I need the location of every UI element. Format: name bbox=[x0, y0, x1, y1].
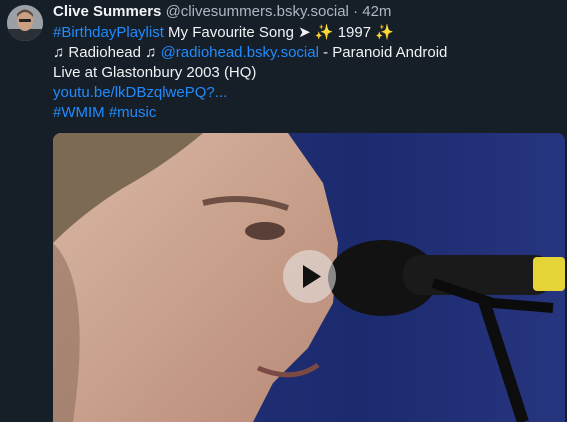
author-handle[interactable]: @clivesummers.bsky.social bbox=[166, 3, 349, 20]
text-line-1: #BirthdayPlaylist My Favourite Song ➤ ✨ … bbox=[53, 23, 563, 43]
play-icon bbox=[303, 265, 321, 288]
youtube-link[interactable]: youtu.be/lkDBzqlwePQ?... bbox=[53, 84, 227, 101]
hashtag-birthdayplaylist[interactable]: #BirthdayPlaylist bbox=[53, 24, 164, 41]
play-button[interactable] bbox=[283, 250, 336, 303]
mention-radiohead[interactable]: @radiohead.bsky.social bbox=[161, 44, 319, 61]
sparkle-icon: ✨ bbox=[375, 24, 394, 41]
post: Clive Summers @clivesummers.bsky.social … bbox=[0, 0, 567, 422]
sparkle-icon: ✨ bbox=[314, 24, 334, 41]
hashtag-wmim[interactable]: #WMIM bbox=[53, 104, 105, 121]
post-time[interactable]: 42m bbox=[362, 3, 391, 20]
favourite-text: My Favourite Song ➤ bbox=[163, 24, 315, 41]
text-line-2: ♫ Radiohead ♫ @radiohead.bsky.social - P… bbox=[53, 43, 563, 63]
text-line-5: #WMIM #music bbox=[53, 103, 563, 123]
song-text: - Paranoid Android bbox=[318, 44, 448, 61]
avatar[interactable] bbox=[7, 5, 43, 41]
separator-dot: · bbox=[353, 3, 359, 20]
live-text: Live at Glastonbury 2003 (HQ) bbox=[53, 64, 257, 81]
post-header: Clive Summers @clivesummers.bsky.social … bbox=[53, 2, 563, 22]
post-content: Clive Summers @clivesummers.bsky.social … bbox=[53, 0, 563, 123]
hashtag-music[interactable]: #music bbox=[109, 104, 157, 121]
text-line-4: youtu.be/lkDBzqlwePQ?... bbox=[53, 83, 563, 103]
year-text: 1997 bbox=[333, 24, 376, 41]
text-line-3: Live at Glastonbury 2003 (HQ) bbox=[53, 63, 563, 83]
radiohead-text: ♫ Radiohead ♫ bbox=[53, 44, 161, 61]
post-text: #BirthdayPlaylist My Favourite Song ➤ ✨ … bbox=[53, 23, 563, 123]
author-name[interactable]: Clive Summers bbox=[53, 3, 161, 20]
